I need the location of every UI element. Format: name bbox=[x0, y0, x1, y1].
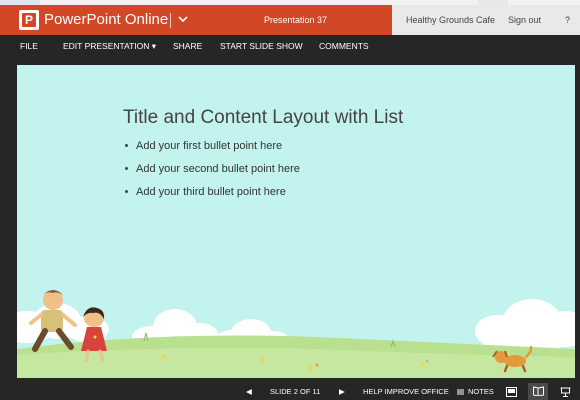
notes-label: NOTES bbox=[468, 387, 494, 396]
slide-workspace: Title and Content Layout with List Add y… bbox=[0, 57, 580, 383]
account-area: Healthy Grounds Cafe Sign out ? bbox=[392, 5, 580, 35]
previous-slide-button[interactable]: ◀ bbox=[246, 383, 252, 400]
bullet-item[interactable]: Add your second bullet point here bbox=[125, 162, 300, 185]
menu-edit-presentation[interactable]: EDIT PRESENTATION ▾ bbox=[63, 35, 156, 57]
bullet-item[interactable]: Add your first bullet point here bbox=[125, 139, 300, 162]
status-bar: ◀ SLIDE 2 OF 11 ▶ HELP IMPROVE OFFICE NO… bbox=[0, 383, 580, 400]
slide-show-view-button[interactable] bbox=[560, 386, 571, 397]
notes-button[interactable]: NOTES bbox=[456, 383, 494, 400]
chevron-down-icon[interactable] bbox=[176, 12, 190, 26]
menu-file[interactable]: FILE bbox=[20, 35, 38, 57]
bullet-list[interactable]: Add your first bullet point here Add you… bbox=[125, 139, 300, 208]
bullet-dot bbox=[125, 143, 128, 147]
slide-title[interactable]: Title and Content Layout with List bbox=[123, 107, 403, 129]
header-divider bbox=[170, 13, 171, 28]
bullet-text: Add your first bullet point here bbox=[136, 140, 283, 152]
slide-show-icon bbox=[560, 387, 571, 397]
bullet-text: Add your third bullet point here bbox=[136, 186, 286, 198]
menu-bar: FILE EDIT PRESENTATION ▾ SHARE START SLI… bbox=[0, 35, 580, 57]
account-name[interactable]: Healthy Grounds Cafe bbox=[406, 5, 495, 35]
boy-character bbox=[29, 290, 77, 352]
powerpoint-logo-icon[interactable]: P bbox=[19, 10, 39, 30]
menu-share[interactable]: SHARE bbox=[173, 35, 202, 57]
help-improve-office-link[interactable]: HELP IMPROVE OFFICE bbox=[363, 383, 449, 400]
notes-icon bbox=[457, 389, 464, 395]
app-name[interactable]: PowerPoint Online bbox=[44, 10, 168, 30]
title-bar: P PowerPoint Online Presentation 37 Heal… bbox=[0, 5, 580, 35]
app-header: P PowerPoint Online Presentation 37 bbox=[0, 5, 392, 35]
slide-canvas[interactable]: Title and Content Layout with List Add y… bbox=[17, 65, 575, 378]
bullet-dot bbox=[125, 166, 128, 170]
reading-view-icon bbox=[533, 386, 544, 397]
sign-out-link[interactable]: Sign out bbox=[508, 5, 541, 35]
document-title[interactable]: Presentation 37 bbox=[264, 5, 327, 35]
normal-view-button[interactable] bbox=[506, 386, 517, 397]
menu-start-slide-show[interactable]: START SLIDE SHOW bbox=[220, 35, 303, 57]
slide-indicator: SLIDE 2 OF 11 bbox=[270, 387, 321, 396]
menu-comments[interactable]: COMMENTS bbox=[319, 35, 369, 57]
normal-view-icon bbox=[506, 387, 517, 397]
logo-letter: P bbox=[24, 13, 33, 27]
bullet-text: Add your second bullet point here bbox=[136, 163, 300, 175]
bullet-item[interactable]: Add your third bullet point here bbox=[125, 185, 300, 208]
bullet-dot bbox=[125, 189, 128, 193]
help-button[interactable]: ? bbox=[565, 5, 570, 35]
reading-view-button[interactable] bbox=[528, 383, 548, 400]
next-slide-button[interactable]: ▶ bbox=[339, 383, 345, 400]
slide-illustration bbox=[17, 290, 575, 378]
